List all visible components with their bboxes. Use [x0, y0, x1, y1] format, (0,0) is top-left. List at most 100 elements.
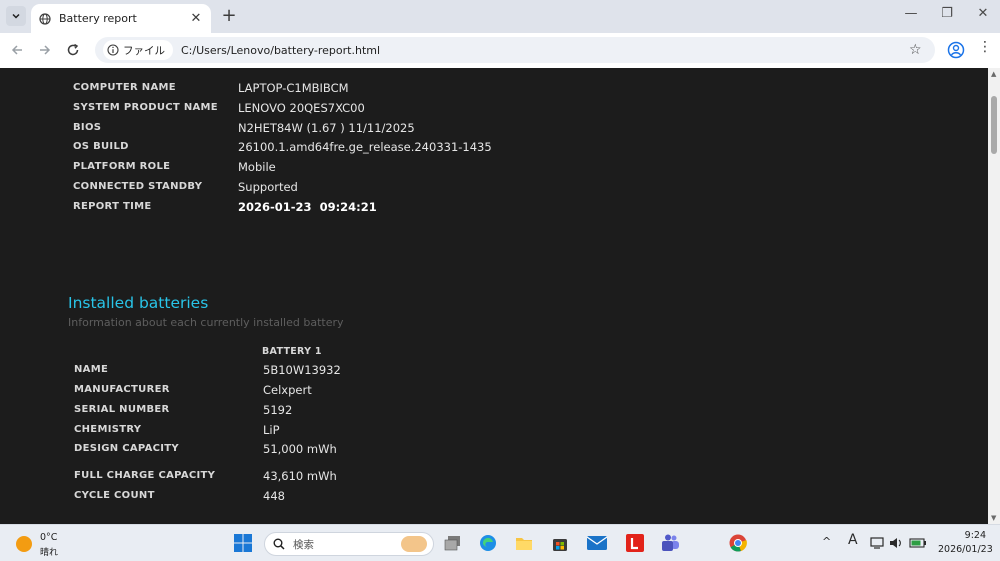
- file-explorer-button[interactable]: [513, 532, 535, 554]
- battery-label: NAME: [74, 364, 109, 375]
- info-row-system-product-name: SYSTEM PRODUCT NAME LENOVO 20QES7XC00: [73, 100, 573, 116]
- clock-time[interactable]: 9:24: [960, 530, 986, 541]
- info-label: SYSTEM PRODUCT NAME: [73, 102, 218, 113]
- battery-row-manufacturer: MANUFACTURER Celxpert: [74, 382, 574, 398]
- lenovo-l-icon: [626, 534, 644, 552]
- mail-envelope-icon: [587, 536, 607, 550]
- sun-weather-icon[interactable]: [16, 536, 32, 552]
- battery-label: CHEMISTRY: [74, 424, 142, 435]
- menu-kebab-icon[interactable]: ⋮: [978, 39, 992, 55]
- battery-row-full-charge-capacity: FULL CHARGE CAPACITY 43,610 mWh: [74, 468, 574, 484]
- windows-taskbar: 0°C 晴れ 検索 ^ A 9:24 2026/01/23: [0, 524, 1000, 561]
- mail-button[interactable]: [586, 532, 608, 554]
- battery-value: 43,610 mWh: [263, 469, 337, 483]
- tab-battery-report[interactable]: Battery report ✕: [31, 4, 211, 33]
- edge-browser-icon: [480, 535, 496, 551]
- battery-value: LiP: [263, 423, 280, 437]
- scroll-up-arrow-icon[interactable]: ▲: [991, 70, 996, 78]
- tab-title: Battery report: [59, 12, 137, 25]
- info-value: N2HET84W (1.67 ) 11/11/2025: [238, 121, 415, 135]
- volume-icon[interactable]: [889, 536, 903, 550]
- site-info-label: ファイル: [123, 44, 165, 57]
- windows-logo-icon: [234, 534, 252, 552]
- page-scrollbar[interactable]: ▲ ▼: [988, 68, 1000, 524]
- search-icon: [273, 538, 285, 550]
- info-value: Supported: [238, 180, 298, 194]
- battery-row-cycle-count: CYCLE COUNT 448: [74, 488, 574, 504]
- reload-button[interactable]: [64, 41, 82, 59]
- battery-row-serial-number: SERIAL NUMBER 5192: [74, 402, 574, 418]
- new-tab-button[interactable]: +: [219, 6, 239, 26]
- clock-date[interactable]: 2026/01/23: [938, 544, 993, 555]
- taskbar-search[interactable]: 検索: [264, 532, 434, 556]
- info-value: 2026-01-23 09:24:21: [238, 200, 377, 214]
- search-placeholder: 検索: [293, 538, 314, 551]
- store-button[interactable]: [549, 532, 571, 554]
- battery-value: 5192: [263, 403, 293, 417]
- battery-label: CYCLE COUNT: [74, 490, 155, 501]
- info-label: BIOS: [73, 122, 102, 133]
- info-label: OS BUILD: [73, 141, 129, 152]
- battery-row-design-capacity: DESIGN CAPACITY 51,000 mWh: [74, 441, 574, 457]
- chrome-taskbar-button[interactable]: [727, 532, 749, 554]
- battery-value: 448: [263, 489, 285, 503]
- info-row-report-time: REPORT TIME 2026-01-23 09:24:21: [73, 199, 573, 215]
- scrollbar-thumb[interactable]: [991, 96, 997, 154]
- site-info-chip[interactable]: ファイル: [103, 40, 173, 60]
- info-label: REPORT TIME: [73, 201, 152, 212]
- tab-search-button[interactable]: [6, 6, 26, 26]
- info-row-platform-role: PLATFORM ROLE Mobile: [73, 159, 573, 175]
- minimize-button[interactable]: —: [901, 6, 921, 21]
- info-value: LAPTOP-C1MBIBCM: [238, 81, 349, 95]
- teams-button[interactable]: [659, 532, 681, 554]
- info-value: Mobile: [238, 160, 276, 174]
- ime-indicator[interactable]: A: [848, 532, 858, 548]
- restore-button[interactable]: ❐: [937, 6, 957, 21]
- start-button[interactable]: [232, 532, 254, 554]
- profile-icon[interactable]: [947, 41, 965, 59]
- section-title-installed-batteries: Installed batteries: [68, 294, 209, 312]
- battery-label: SERIAL NUMBER: [74, 404, 170, 415]
- reload-icon: [67, 43, 79, 56]
- task-view-icon: [444, 536, 460, 551]
- scroll-down-arrow-icon[interactable]: ▼: [991, 514, 996, 522]
- search-highlight-icon: [401, 536, 427, 552]
- url-text: C:/Users/Lenovo/battery-report.html: [181, 43, 381, 57]
- battery-charging-icon[interactable]: [909, 537, 927, 549]
- info-label: CONNECTED STANDBY: [73, 181, 203, 192]
- forward-button[interactable]: [36, 41, 54, 59]
- back-button[interactable]: [8, 41, 26, 59]
- bookmark-star-icon[interactable]: ☆: [909, 42, 922, 58]
- tray-overflow-chevron-icon[interactable]: ^: [822, 535, 831, 548]
- folder-icon: [516, 538, 532, 550]
- chrome-icon: [729, 534, 747, 552]
- battery-column-header: BATTERY 1: [262, 346, 322, 357]
- lenovo-app-button[interactable]: [624, 532, 646, 554]
- battery-value: 5B10W13932: [263, 363, 341, 377]
- info-value: LENOVO 20QES7XC00: [238, 101, 365, 115]
- info-row-os-build: OS BUILD 26100.1.amd64fre.ge_release.240…: [73, 139, 573, 155]
- battery-label: MANUFACTURER: [74, 384, 170, 395]
- info-row-computer-name: COMPUTER NAME LAPTOP-C1MBIBCM: [73, 80, 573, 96]
- arrow-right-icon: [40, 45, 51, 55]
- address-bar[interactable]: ファイル C:/Users/Lenovo/battery-report.html: [95, 37, 935, 63]
- info-icon: [107, 44, 119, 56]
- battery-label: FULL CHARGE CAPACITY: [74, 470, 216, 481]
- battery-report-page: COMPUTER NAME LAPTOP-C1MBIBCM SYSTEM PRO…: [0, 68, 988, 524]
- task-view-button[interactable]: [442, 532, 464, 554]
- info-row-connected-standby: CONNECTED STANDBY Supported: [73, 179, 573, 195]
- globe-icon: [39, 12, 51, 25]
- network-icon[interactable]: [870, 536, 884, 550]
- weather-description[interactable]: 晴れ: [40, 545, 58, 558]
- close-tab-icon[interactable]: ✕: [189, 11, 203, 26]
- browser-toolbar: ファイル C:/Users/Lenovo/battery-report.html…: [0, 33, 1000, 68]
- weather-temperature[interactable]: 0°C: [40, 532, 57, 543]
- teams-icon: [662, 534, 679, 551]
- info-label: PLATFORM ROLE: [73, 161, 171, 172]
- battery-value: Celxpert: [263, 383, 312, 397]
- battery-row-name: NAME 5B10W13932: [74, 362, 574, 378]
- close-window-button[interactable]: ✕: [973, 6, 993, 21]
- battery-value: 51,000 mWh: [263, 442, 337, 456]
- section-subtitle: Information about each currently install…: [68, 316, 344, 329]
- edge-taskbar-button[interactable]: [477, 532, 499, 554]
